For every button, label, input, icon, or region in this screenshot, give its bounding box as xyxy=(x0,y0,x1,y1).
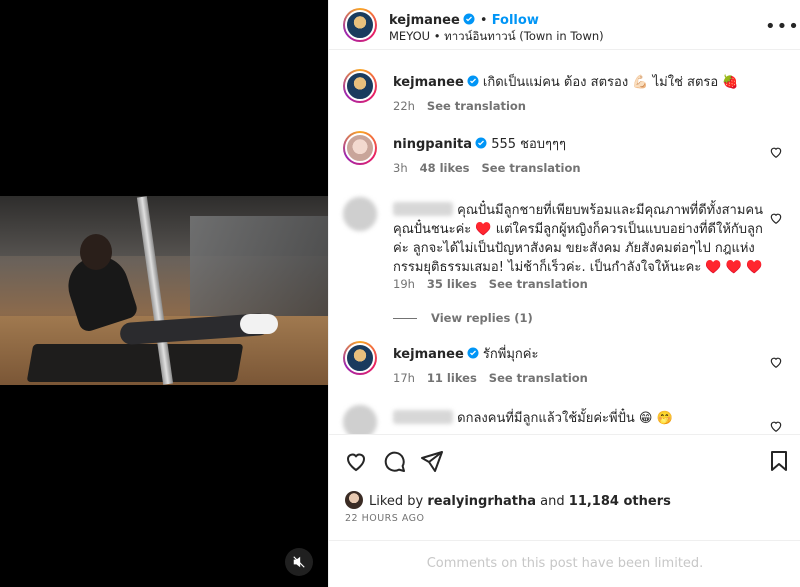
liker-username[interactable]: realyingrhatha xyxy=(427,494,536,509)
verified-icon xyxy=(467,347,479,359)
more-options-button[interactable]: ••• xyxy=(765,16,800,37)
dot-separator: • xyxy=(479,13,492,28)
heart-icon[interactable] xyxy=(344,449,368,473)
commenter-avatar[interactable] xyxy=(343,197,377,231)
verified-icon xyxy=(463,13,475,25)
photo-sock xyxy=(240,314,278,334)
post-photo xyxy=(0,196,328,385)
caption-text: เกิดเป็นแม่คน ต้อง สตรอง 💪🏻 ไม่ใช่ สตรอ … xyxy=(482,75,739,90)
liker-avatar xyxy=(345,491,363,509)
comment-text: 555 ชอบๆๆๆ xyxy=(491,137,566,152)
comments-list[interactable]: kejmanee เกิดเป็นแม่คน ต้อง สตรอง 💪🏻 ไม่… xyxy=(329,51,800,434)
post-actions: Liked by realyingrhatha and 11,184 other… xyxy=(329,434,800,539)
post-media[interactable] xyxy=(0,0,328,587)
like-comment-heart-icon[interactable] xyxy=(769,355,783,369)
comment-text: ดกลงคนที่มีลูกแล้วใช้มั้ยค่ะพี่ปั๋น 😁 🤭 xyxy=(457,411,673,426)
photo-person-head xyxy=(80,234,112,270)
comment-text-block: ดกลงคนที่มีลูกแล้วใช้มั้ยค่ะพี่ปั๋น 😁 🤭 xyxy=(393,409,763,428)
post-location[interactable]: MEYOU • ทาวน์อินทาวน์ (Town in Town) xyxy=(389,28,604,46)
author-avatar[interactable] xyxy=(343,8,377,42)
commenter-username[interactable]: ningpanita xyxy=(393,137,472,152)
see-translation-link[interactable]: See translation xyxy=(481,161,580,175)
likes-others[interactable]: 11,184 others xyxy=(569,494,671,509)
photo-mirror xyxy=(190,216,328,326)
photo-mat xyxy=(26,344,244,382)
mute-button[interactable] xyxy=(285,548,313,576)
comment-likes[interactable]: 48 likes xyxy=(420,161,470,175)
comment-text-block: ningpanita 555 ชอบๆๆๆ xyxy=(393,135,763,154)
like-comment-heart-icon[interactable] xyxy=(769,419,783,433)
mute-icon xyxy=(293,556,305,568)
comment-likes[interactable]: 35 likes xyxy=(427,277,477,291)
comment-time: 19h xyxy=(393,277,415,291)
commenter-username[interactable]: kejmanee xyxy=(393,347,464,362)
commenter-avatar[interactable] xyxy=(343,405,377,434)
likes-prefix: Liked by xyxy=(369,494,424,509)
see-translation-link[interactable]: See translation xyxy=(427,99,526,113)
view-replies-label: View replies (1) xyxy=(431,311,533,325)
like-comment-heart-icon[interactable] xyxy=(769,211,783,225)
comment-time: 3h xyxy=(393,161,408,175)
likes-and: and xyxy=(540,494,565,509)
caption-time: 22h xyxy=(393,99,415,113)
see-translation-link[interactable]: See translation xyxy=(489,371,588,385)
comment-text-block: คุณปั๋นมีลูกชายที่เพียบพร้อมและมีคุณภาพท… xyxy=(393,201,763,277)
replies-line xyxy=(393,318,417,319)
follow-button[interactable]: Follow xyxy=(492,13,539,28)
comment-meta: 19h 35 likes See translation xyxy=(393,277,600,291)
post-caption: kejmanee เกิดเป็นแม่คน ต้อง สตรอง 💪🏻 ไม่… xyxy=(343,69,783,119)
comments-limited-notice: Comments on this post have been limited. xyxy=(329,540,800,587)
blurred-username xyxy=(393,410,453,424)
post-timestamp[interactable]: 22 HOURS AGO xyxy=(345,513,425,524)
see-translation-link[interactable]: See translation xyxy=(489,277,588,291)
caption-meta: 22h See translation xyxy=(393,99,538,113)
likes-summary[interactable]: Liked by realyingrhatha and 11,184 other… xyxy=(345,491,671,509)
author-username[interactable]: kejmanee xyxy=(389,13,460,28)
comment-text-block: kejmanee รักพี่มุกค่ะ xyxy=(393,345,763,364)
comment-meta: 17h 11 likes See translation xyxy=(393,371,600,385)
caption-text-block: kejmanee เกิดเป็นแม่คน ต้อง สตรอง 💪🏻 ไม่… xyxy=(393,73,763,92)
list-item: ดกลงคนที่มีลูกแล้วใช้มั้ยค่ะพี่ปั๋น 😁 🤭 xyxy=(343,405,783,434)
commenter-avatar[interactable] xyxy=(343,341,377,375)
comment-text: รักพี่มุกค่ะ xyxy=(482,347,539,362)
comment-meta: 3h 48 likes See translation xyxy=(393,161,593,175)
post-header: kejmanee • Follow MEYOU • ทาวน์อินทาวน์ … xyxy=(329,0,800,50)
verified-icon xyxy=(475,137,487,149)
comment-icon[interactable] xyxy=(382,449,406,473)
verified-icon xyxy=(467,75,479,87)
caption-username[interactable]: kejmanee xyxy=(393,75,464,90)
bookmark-icon[interactable] xyxy=(767,449,791,473)
comment-time: 17h xyxy=(393,371,415,385)
list-item: ningpanita 555 ชอบๆๆๆ 3h 48 likes See tran… xyxy=(343,131,783,181)
like-comment-heart-icon[interactable] xyxy=(769,145,783,159)
blurred-username xyxy=(393,202,453,216)
post-panel: kejmanee • Follow MEYOU • ทาวน์อินทาวน์ … xyxy=(328,0,800,587)
list-item: kejmanee รักพี่มุกค่ะ 17h 11 likes See tra… xyxy=(343,341,783,391)
comment-likes[interactable]: 11 likes xyxy=(427,371,477,385)
list-item: คุณปั๋นมีลูกชายที่เพียบพร้อมและมีคุณภาพท… xyxy=(343,197,783,327)
view-replies-button[interactable]: View replies (1) xyxy=(393,311,533,325)
share-icon[interactable] xyxy=(420,449,444,473)
caption-avatar[interactable] xyxy=(343,69,377,103)
commenter-avatar[interactable] xyxy=(343,131,377,165)
